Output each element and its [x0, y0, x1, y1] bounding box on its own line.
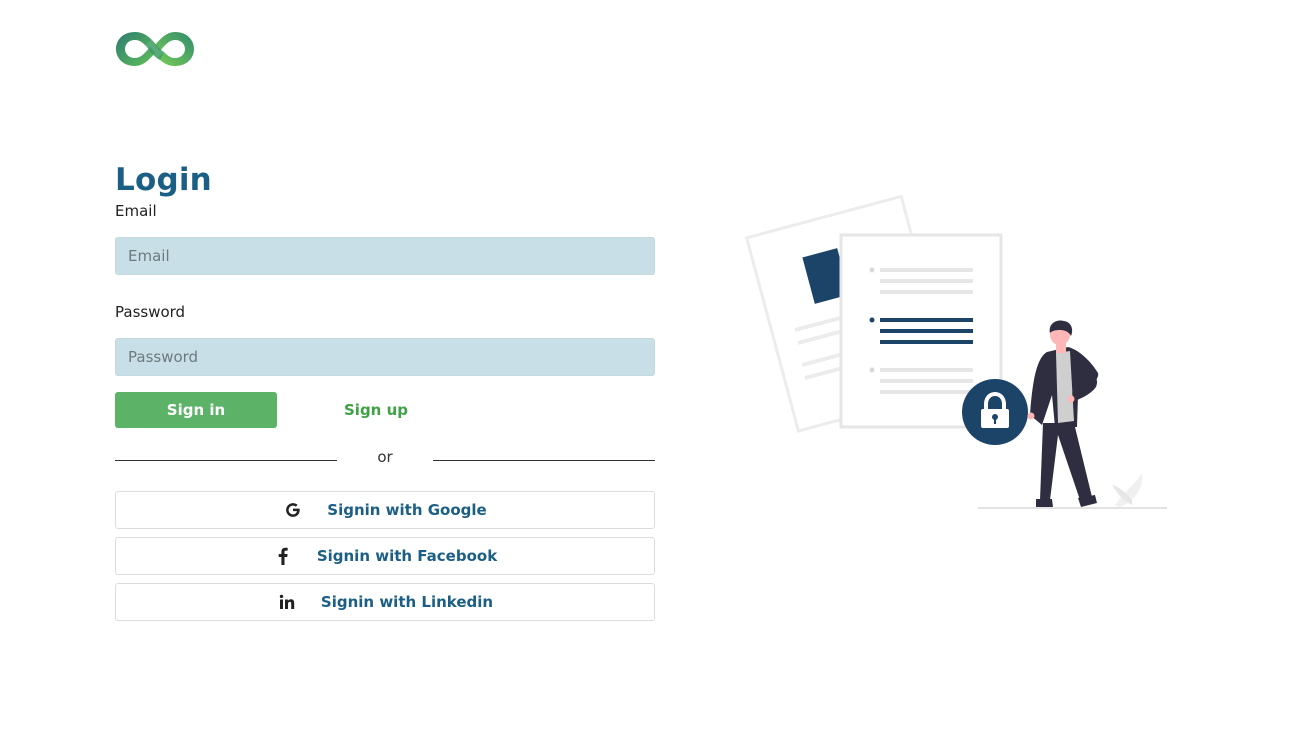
password-field[interactable]	[115, 338, 655, 376]
facebook-signin-button[interactable]: Signin with Facebook	[115, 537, 655, 575]
email-label: Email	[115, 202, 157, 220]
password-label: Password	[115, 303, 186, 321]
email-field[interactable]	[115, 237, 655, 275]
page-title: Login	[115, 162, 212, 198]
social-login-list: Signin with Google Signin with Facebook	[115, 491, 655, 621]
form-actions: Sign in Sign up	[115, 392, 655, 428]
facebook-icon	[273, 546, 293, 566]
secure-documents-illustration	[744, 195, 1167, 509]
linkedin-signin-label: Signin with Linkedin	[320, 593, 494, 611]
divider-line-right	[433, 460, 655, 461]
google-signin-button[interactable]: Signin with Google	[115, 491, 655, 529]
person-figure	[1027, 320, 1099, 507]
linkedin-signin-button[interactable]: Signin with Linkedin	[115, 583, 655, 621]
sign-up-link[interactable]: Sign up	[344, 401, 408, 419]
google-signin-label: Signin with Google	[327, 501, 487, 519]
google-icon	[283, 500, 303, 520]
linkedin-icon	[277, 592, 297, 612]
login-form: Login Email Password Sign in Sign up or …	[115, 160, 655, 629]
infinity-logo-icon[interactable]	[114, 27, 196, 71]
divider-text: or	[377, 448, 393, 466]
facebook-signin-label: Signin with Facebook	[316, 547, 498, 565]
sign-in-button[interactable]: Sign in	[115, 392, 277, 428]
or-divider: or	[115, 448, 655, 468]
lock-icon	[962, 379, 1028, 445]
login-page: Login Email Password Sign in Sign up or …	[0, 0, 1301, 740]
